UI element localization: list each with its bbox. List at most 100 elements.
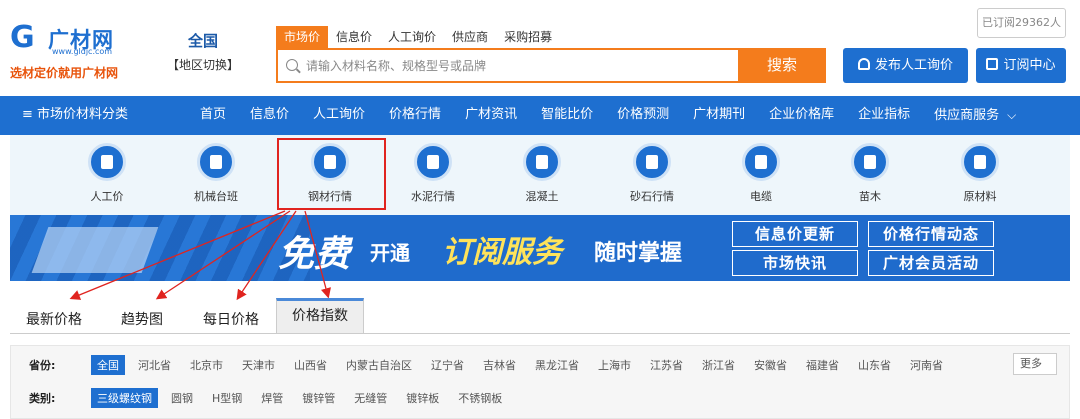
- nav-item-enterprise-index[interactable]: 企业指标: [846, 96, 922, 135]
- steel-type-option[interactable]: 无缝管: [348, 388, 393, 408]
- category-cement[interactable]: 水泥行情: [393, 143, 473, 204]
- province-option[interactable]: 福建省: [800, 355, 845, 375]
- nav-item-enterprise-price-db[interactable]: 企业价格库: [757, 96, 846, 135]
- tab-trend-chart[interactable]: 趋势图: [121, 309, 163, 329]
- tab-divider: [10, 333, 1070, 334]
- search-button[interactable]: 搜索: [738, 48, 826, 83]
- rss-icon: [986, 58, 999, 70]
- province-option[interactable]: 山东省: [852, 355, 897, 375]
- material-category-strip: 人工价 机械台班 钢材行情 水泥行情 混凝土 砂石行情 电缆 苗木 原材料: [10, 135, 1070, 215]
- more-provinces-button[interactable]: 更多: [1013, 353, 1057, 375]
- nav-item-info-price[interactable]: 信息价: [238, 96, 301, 135]
- province-option[interactable]: 吉林省: [477, 355, 522, 375]
- wheelbarrow-icon: [633, 143, 671, 181]
- region-switch-link[interactable]: 【地区切换】: [160, 56, 246, 73]
- steel-type-option[interactable]: 三级螺纹钢: [91, 388, 158, 408]
- nav-item-manual-inquiry[interactable]: 人工询价: [301, 96, 377, 135]
- nav-item-price-trend[interactable]: 价格行情: [377, 96, 453, 135]
- banner-tag-price-trend[interactable]: 价格行情动态: [868, 221, 994, 247]
- province-option[interactable]: 江苏省: [644, 355, 689, 375]
- category-raw-materials[interactable]: 原材料: [940, 143, 1020, 204]
- nav-item-smart-compare[interactable]: 智能比价: [529, 96, 605, 135]
- subscribed-count-button[interactable]: 已订阅29362人: [977, 8, 1066, 38]
- category-label: 混凝土: [525, 190, 559, 203]
- search-tab-procurement[interactable]: 采购招募: [496, 26, 560, 48]
- tab-latest-price[interactable]: 最新价格: [26, 309, 82, 329]
- province-option[interactable]: 北京市: [184, 355, 229, 375]
- province-option[interactable]: 山西省: [288, 355, 333, 375]
- filter-panel: 省份: 全国 河北省 北京市 天津市 山西省 内蒙古自治区 辽宁省 吉林省 黑龙…: [10, 345, 1070, 419]
- steel-type-option[interactable]: 不锈钢板: [452, 388, 508, 408]
- nav-item-news[interactable]: 广材资讯: [453, 96, 529, 135]
- province-option[interactable]: 浙江省: [696, 355, 741, 375]
- nav-item-supplier-service[interactable]: 供应商服务: [922, 96, 1028, 135]
- category-label: 人工价: [90, 190, 124, 203]
- region-name: 全国: [187, 32, 218, 50]
- province-option[interactable]: 辽宁省: [425, 355, 470, 375]
- tab-price-index[interactable]: 价格指数: [276, 298, 364, 334]
- category-label: 苗木: [859, 190, 881, 203]
- site-logo[interactable]: G 广材网 www.gldjc.com 选材定价就用广材网: [8, 20, 138, 81]
- subscribe-center-button[interactable]: 订阅中心: [976, 48, 1066, 83]
- search-tab-supplier[interactable]: 供应商: [444, 26, 496, 48]
- category-label: 砂石行情: [630, 190, 674, 203]
- category-seedlings[interactable]: 苗木: [830, 143, 910, 204]
- search-tabs: 市场价 信息价 人工询价 供应商 采购招募: [276, 26, 560, 48]
- worker-icon: [88, 143, 126, 181]
- tree-icon: [851, 143, 889, 181]
- category-labor[interactable]: 人工价: [67, 143, 147, 204]
- category-machinery[interactable]: 机械台班: [176, 143, 256, 204]
- headset-icon: [857, 58, 870, 70]
- province-option[interactable]: 河北省: [132, 355, 177, 375]
- nav-item-journal[interactable]: 广材期刊: [681, 96, 757, 135]
- province-option[interactable]: 河南省: [904, 355, 949, 375]
- logo-url: www.gldjc.com: [52, 47, 113, 56]
- subscribe-center-label: 订阅中心: [1003, 58, 1056, 73]
- province-filter-row: 省份: 全国 河北省 北京市 天津市 山西省 内蒙古自治区 辽宁省 吉林省 黑龙…: [29, 355, 956, 375]
- steel-type-option[interactable]: 镀锌管: [296, 388, 341, 408]
- category-sand-gravel[interactable]: 砂石行情: [612, 143, 692, 204]
- banner-open-text: 开通: [370, 241, 410, 265]
- province-option[interactable]: 天津市: [236, 355, 281, 375]
- monitor-illustration: [31, 227, 159, 273]
- banner-tag-member-activity[interactable]: 广材会员活动: [868, 250, 994, 276]
- province-option[interactable]: 全国: [91, 355, 125, 375]
- nav-item-price-forecast[interactable]: 价格预测: [605, 96, 681, 135]
- steel-type-option[interactable]: 圆钢: [165, 388, 199, 408]
- category-concrete[interactable]: 混凝土: [502, 143, 582, 204]
- category-filter-row: 类别: 三级螺纹钢 圆钢 H型钢 焊管 镀锌管 无缝管 镀锌板 不锈钢板: [29, 388, 515, 408]
- mixer-truck-icon: [523, 143, 561, 181]
- nav-category-menu[interactable]: ≡ 市场价材料分类: [22, 96, 128, 134]
- category-filter-label: 类别:: [29, 392, 56, 405]
- search-box: 搜索: [276, 48, 826, 83]
- banner-tag-info-price[interactable]: 信息价更新: [732, 221, 858, 247]
- banner-tag-market-news[interactable]: 市场快讯: [732, 250, 858, 276]
- province-option[interactable]: 安徽省: [748, 355, 793, 375]
- category-label: 原材料: [963, 190, 997, 203]
- search-input[interactable]: [306, 54, 736, 77]
- logo-mark: G: [10, 20, 35, 55]
- subscription-banner[interactable]: 免费 开通 订阅服务 随时掌握 信息价更新 价格行情动态 市场快讯 广材会员活动: [10, 215, 1070, 281]
- search-tab-market-price[interactable]: 市场价: [276, 26, 329, 48]
- search-tab-info-price[interactable]: 信息价: [328, 26, 380, 48]
- tab-daily-price[interactable]: 每日价格: [203, 309, 259, 329]
- province-option[interactable]: 内蒙古自治区: [340, 355, 418, 375]
- banner-service-text: 订阅服务: [442, 235, 562, 270]
- steel-type-option[interactable]: 镀锌板: [400, 388, 445, 408]
- steel-type-option[interactable]: H型钢: [206, 388, 248, 408]
- publish-inquiry-button[interactable]: 发布人工询价: [843, 48, 968, 83]
- province-option[interactable]: 黑龙江省: [529, 355, 585, 375]
- category-cable[interactable]: 电缆: [721, 143, 801, 204]
- main-nav: ≡ 市场价材料分类 首页 信息价 人工询价 价格行情 广材资讯 智能比价 价格预…: [0, 96, 1080, 135]
- logo-slogan: 选材定价就用广材网: [10, 66, 119, 80]
- steel-type-option[interactable]: 焊管: [255, 388, 289, 408]
- category-label: 机械台班: [194, 190, 238, 203]
- publish-inquiry-label: 发布人工询价: [874, 58, 953, 73]
- nav-item-home[interactable]: 首页: [188, 96, 238, 135]
- search-tab-manual-inquiry[interactable]: 人工询价: [380, 26, 444, 48]
- region-selector: 全国 【地区切换】: [160, 30, 246, 73]
- category-label: 水泥行情: [411, 190, 455, 203]
- banner-free-text: 免费: [278, 234, 351, 275]
- province-option[interactable]: 上海市: [592, 355, 637, 375]
- category-label: 电缆: [750, 190, 772, 203]
